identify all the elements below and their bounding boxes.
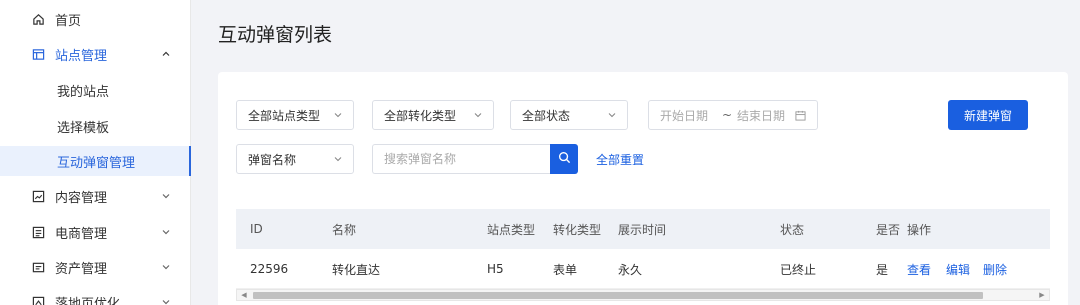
- create-popup-button[interactable]: 新建弹窗: [948, 100, 1028, 130]
- column-header-site-type: 站点类型: [487, 222, 536, 237]
- search-field-select[interactable]: 弹窗名称: [236, 144, 354, 174]
- scroll-thumb[interactable]: [253, 292, 983, 299]
- chevron-down-icon: [333, 154, 343, 164]
- sidebar: 首页 站点管理 我的站点 选择模板 互动弹窗管理 内容管理 电商管理 资产管理 …: [0, 0, 191, 305]
- cell-flag: 是: [876, 262, 889, 277]
- sidebar-item-home[interactable]: 首页: [0, 4, 191, 34]
- cell-name: 转化直达: [332, 262, 381, 277]
- content-icon: [31, 189, 45, 203]
- sidebar-item-label: 内容管理: [55, 190, 108, 206]
- chevron-down-icon: [473, 110, 483, 120]
- sidebar-item-label: 站点管理: [55, 48, 108, 64]
- chevron-down-icon: [160, 190, 172, 202]
- start-date-input[interactable]: 开始日期: [660, 107, 708, 124]
- date-range-picker[interactable]: 开始日期 ~ 结束日期: [648, 100, 818, 130]
- landing-icon: [31, 295, 45, 305]
- sidebar-item-label: 资产管理: [55, 261, 108, 277]
- table-row: 22596 转化直达 H5 表单 永久 已终止 是 查看 编辑 删除: [236, 249, 1050, 289]
- column-header-conversion-type: 转化类型: [553, 222, 602, 237]
- horizontal-scrollbar[interactable]: ◀ ▶: [236, 289, 1050, 301]
- date-separator: ~: [722, 108, 733, 122]
- end-date-input[interactable]: 结束日期: [737, 107, 785, 124]
- page-title: 互动弹窗列表: [218, 24, 333, 46]
- sidebar-item-asset-management[interactable]: 资产管理: [0, 252, 191, 282]
- chevron-down-icon: [160, 261, 172, 273]
- delete-link[interactable]: 删除: [983, 249, 1007, 289]
- sidebar-item-popup-management[interactable]: 互动弹窗管理: [0, 146, 191, 176]
- chevron-down-icon: [160, 296, 172, 305]
- chevron-down-icon: [160, 226, 172, 238]
- sidebar-item-label: 选择模板: [57, 120, 110, 136]
- chevron-down-icon: [333, 110, 343, 120]
- main-card: 全部站点类型 全部转化类型 全部状态 开始日期 ~ 结束日期 新建弹窗 弹窗名称: [218, 72, 1068, 305]
- chevron-up-icon: [160, 48, 172, 60]
- popup-table: ID 名称 站点类型 转化类型 展示时间 状态 是否 操作 22596 转化直达…: [236, 209, 1050, 292]
- scroll-right-icon[interactable]: ▶: [1035, 290, 1049, 300]
- sidebar-item-content-management[interactable]: 内容管理: [0, 181, 191, 211]
- cell-site-type: H5: [487, 262, 504, 276]
- column-header-actions: 操作: [907, 222, 932, 237]
- cell-display-time: 永久: [618, 262, 643, 277]
- column-header-id: ID: [250, 222, 263, 236]
- scroll-left-icon[interactable]: ◀: [237, 290, 251, 300]
- search-button[interactable]: [550, 144, 578, 174]
- asset-icon: [31, 260, 45, 274]
- sidebar-item-my-sites[interactable]: 我的站点: [0, 75, 191, 105]
- chevron-down-icon: [607, 110, 617, 120]
- sidebar-item-label: 电商管理: [55, 226, 108, 242]
- view-link[interactable]: 查看: [907, 249, 931, 289]
- sidebar-item-ecommerce-management[interactable]: 电商管理: [0, 217, 191, 247]
- search-input[interactable]: [372, 144, 550, 174]
- edit-link[interactable]: 编辑: [946, 249, 970, 289]
- sidebar-item-label: 我的站点: [57, 84, 110, 100]
- sidebar-item-landing-optimization[interactable]: 落地页优化: [0, 287, 191, 305]
- sidebar-item-site-management[interactable]: 站点管理: [0, 39, 191, 69]
- column-header-status: 状态: [780, 222, 805, 237]
- table-header: ID 名称 站点类型 转化类型 展示时间 状态 是否 操作: [236, 209, 1050, 249]
- sidebar-item-label: 首页: [55, 13, 82, 29]
- cell-conversion-type: 表单: [553, 262, 578, 277]
- cell-id: 22596: [250, 262, 289, 276]
- column-header-flag: 是否: [876, 222, 901, 237]
- ecommerce-icon: [31, 225, 45, 239]
- cell-status: 已终止: [780, 262, 817, 277]
- sidebar-item-label: 落地页优化: [55, 296, 121, 305]
- calendar-icon: [795, 110, 806, 124]
- site-icon: [31, 47, 45, 61]
- sidebar-item-select-template[interactable]: 选择模板: [0, 111, 191, 141]
- column-header-name: 名称: [332, 222, 357, 237]
- reset-all-link[interactable]: 全部重置: [596, 151, 644, 168]
- status-select[interactable]: 全部状态: [510, 100, 628, 130]
- search-icon: [558, 151, 571, 168]
- site-type-select[interactable]: 全部站点类型: [236, 100, 354, 130]
- column-header-display-time: 展示时间: [618, 222, 667, 237]
- conversion-type-select[interactable]: 全部转化类型: [372, 100, 494, 130]
- sidebar-item-label: 互动弹窗管理: [57, 155, 136, 171]
- home-icon: [31, 12, 45, 26]
